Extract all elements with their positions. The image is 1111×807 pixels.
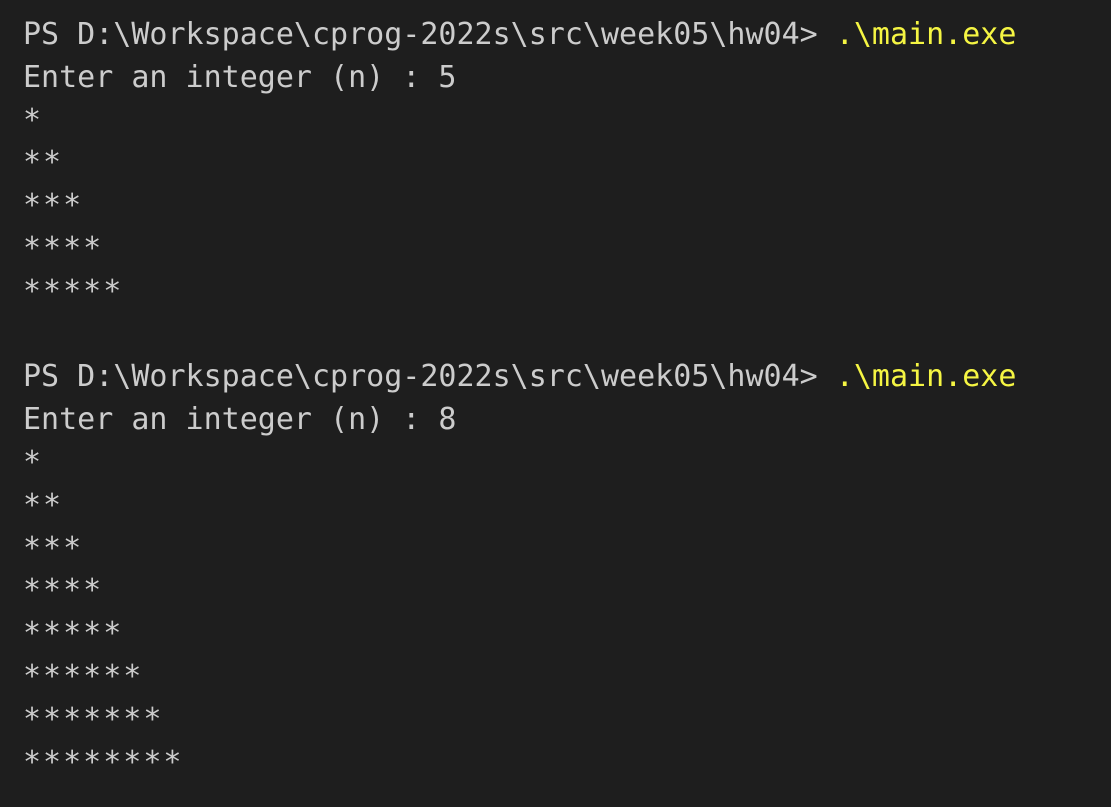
output-line: ******: [23, 658, 144, 694]
command-text: .\main.exe: [835, 359, 1017, 395]
prompt-line: PS D:\Workspace\cprog-2022s\src\week05\h…: [23, 14, 1111, 57]
output-line: *****: [23, 273, 124, 309]
output-line: *: [23, 102, 44, 138]
prompt-path: PS D:\Workspace\cprog-2022s\src\week05\h…: [23, 359, 836, 395]
output-line: ********: [23, 744, 184, 780]
command-text: .\main.exe: [835, 17, 1017, 52]
output-line: **: [23, 145, 64, 181]
input-line: Enter an integer (n) : 5: [23, 59, 457, 95]
output-line: *******: [23, 701, 164, 737]
output-line: *: [23, 444, 44, 480]
output-line: *****: [23, 616, 124, 652]
output-line: ****: [23, 573, 104, 609]
output-line: **: [23, 487, 64, 523]
prompt-path: PS D:\Workspace\cprog-2022s\src\week05\h…: [23, 17, 836, 52]
input-line: Enter an integer (n) : 8: [23, 402, 457, 438]
prompt-line: PS D:\Workspace\cprog-2022s\src\week05\h…: [23, 356, 1111, 399]
terminal-window[interactable]: PS D:\Workspace\cprog-2022s\src\week05\h…: [0, 0, 1111, 807]
output-line: ****: [23, 230, 104, 266]
output-line: ***: [23, 530, 84, 566]
output-line: ***: [23, 188, 84, 224]
